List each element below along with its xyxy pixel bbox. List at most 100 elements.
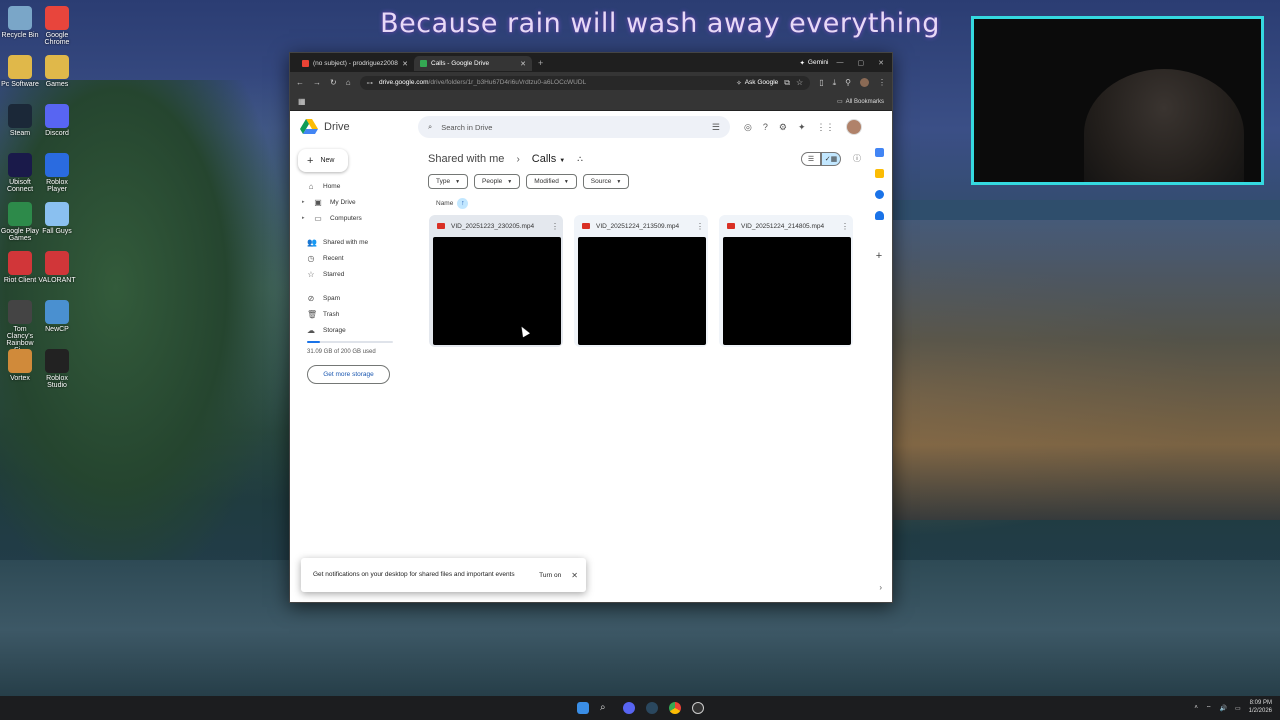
obs-taskbar-icon[interactable]	[692, 702, 704, 714]
network-icon[interactable]: ⌔	[1206, 704, 1212, 712]
account-avatar[interactable]	[845, 119, 862, 135]
sidebar-item-recent[interactable]: ◷ Recent	[290, 250, 410, 266]
url-field[interactable]: ⊶ drive.google.com/drive/folders/1r_b3Hu…	[359, 75, 811, 90]
video-thumbnail[interactable]	[433, 237, 561, 345]
desktop-icon[interactable]: Fall Guys	[37, 202, 77, 235]
expand-caret-icon[interactable]: ▸	[302, 215, 306, 221]
collapse-panel-icon[interactable]: ›	[879, 583, 882, 592]
windows-start-icon[interactable]	[577, 702, 589, 714]
minimize-icon[interactable]: —	[837, 59, 844, 67]
bookmark-star-icon[interactable]: ☆	[796, 78, 803, 87]
tray-chevron-icon[interactable]: ˄	[1194, 705, 1198, 711]
close-tab-icon[interactable]: ✕	[402, 60, 408, 68]
battery-icon[interactable]: ▭	[1235, 705, 1241, 712]
close-tab-icon[interactable]: ✕	[520, 60, 526, 68]
desktop-icon[interactable]: Google Chrome	[37, 6, 77, 46]
search-icon[interactable]: ⌕	[428, 122, 432, 132]
close-window-icon[interactable]: ✕	[878, 59, 884, 67]
desktop-icon[interactable]: Ubisoft Connect	[0, 153, 40, 193]
desktop-icon[interactable]: Google Play Games	[0, 202, 40, 242]
filter-chip-type[interactable]: Type ▼	[428, 174, 469, 189]
sidebar-item-computers[interactable]: ▸ ▭ Computers	[290, 210, 410, 226]
desktop-icon[interactable]: Riot Client	[0, 251, 40, 284]
desktop-icon[interactable]: Roblox Studio	[37, 349, 77, 389]
grid-view-icon[interactable]: ✓▦	[821, 152, 841, 166]
search-taskbar-icon[interactable]: ⌕	[600, 702, 612, 714]
video-thumbnail[interactable]	[723, 237, 851, 345]
site-info-icon[interactable]: ⊶	[367, 79, 374, 87]
file-card[interactable]: VID_20251223_230205.mp4 ⋮	[429, 215, 563, 347]
sort-arrow-up-icon[interactable]: ↑	[457, 198, 469, 209]
filter-chip-people[interactable]: People ▼	[474, 174, 521, 189]
desktop-icon[interactable]: Recycle Bin	[0, 6, 40, 39]
install-icon[interactable]: ⧉	[784, 78, 790, 88]
turn-on-button[interactable]: Turn on	[539, 572, 561, 579]
file-card[interactable]: VID_20251224_214805.mp4 ⋮	[719, 215, 853, 347]
desktop-icon[interactable]: Steam	[0, 104, 40, 137]
sidebar-item-home[interactable]: ⌂ Home	[290, 178, 410, 194]
gemini-button[interactable]: ✦ Gemini	[799, 59, 828, 67]
desktop-icon[interactable]: Vortex	[0, 349, 40, 382]
browser-menu-icon[interactable]: ⋮	[878, 78, 886, 87]
contacts-icon[interactable]	[874, 211, 884, 220]
breadcrumb-current-folder[interactable]: Calls ▼	[532, 153, 565, 165]
apps-grid-icon[interactable]: ▦	[298, 97, 306, 106]
all-bookmarks-button[interactable]: ▭ All Bookmarks	[837, 98, 884, 106]
more-actions-icon[interactable]: ⋮	[841, 222, 849, 231]
download-icon[interactable]: ⤓	[833, 78, 837, 88]
desktop-icon[interactable]: Roblox Player	[37, 153, 77, 193]
desktop-icon[interactable]: VALORANT	[37, 251, 77, 284]
desktop-icon[interactable]: Tom Clancy's Rainbow Si...	[0, 300, 40, 354]
breadcrumb-shared-with-me[interactable]: Shared with me	[428, 153, 504, 165]
volume-icon[interactable]: 🔊	[1219, 705, 1226, 712]
sidebar-item-trash[interactable]: 🗑 Trash	[290, 306, 410, 322]
filter-chip-modified[interactable]: Modified ▼	[526, 174, 577, 189]
maximize-icon[interactable]: ▢	[858, 59, 865, 67]
search-options-icon[interactable]: ☰	[712, 122, 720, 133]
sidebar-item-storage[interactable]: ☁ Storage	[290, 322, 410, 338]
sidebar-item-starred[interactable]: ☆ Starred	[290, 266, 410, 282]
desktop-icon[interactable]: NewCP	[37, 300, 77, 333]
settings-gear-icon[interactable]: ⚙	[779, 122, 787, 133]
offline-status-icon[interactable]: ◎	[744, 122, 752, 133]
reload-icon[interactable]: ↻	[330, 78, 337, 87]
tasks-icon[interactable]	[874, 190, 884, 199]
sidebar-item-spam[interactable]: ⊘ Spam	[290, 290, 410, 306]
gemini-icon[interactable]: ✦	[798, 122, 806, 133]
new-button[interactable]: + New	[298, 149, 348, 172]
extensions-icon[interactable]: ⚲	[845, 78, 851, 87]
desktop-icon[interactable]: Games	[37, 55, 77, 88]
tab-gmail[interactable]: (no subject) - prodriguez2008@... ✕	[296, 56, 414, 71]
forward-icon[interactable]: →	[313, 78, 321, 87]
expand-caret-icon[interactable]: ▸	[302, 199, 306, 205]
back-icon[interactable]: ←	[296, 78, 304, 87]
keep-icon[interactable]	[874, 169, 884, 178]
calendar-icon[interactable]	[874, 148, 884, 157]
info-icon[interactable]: ⓘ	[853, 153, 861, 164]
steam-taskbar-icon[interactable]	[646, 702, 658, 714]
more-actions-icon[interactable]: ⋮	[696, 222, 704, 231]
desktop-icon[interactable]: Pc Software	[0, 55, 40, 88]
get-more-storage-button[interactable]: Get more storage	[307, 365, 390, 384]
drive-logo[interactable]: Drive	[300, 119, 418, 135]
add-addon-icon[interactable]: +	[876, 250, 882, 262]
sidepanel-icon[interactable]: ▯	[819, 78, 823, 87]
help-icon[interactable]: ?	[763, 122, 768, 132]
list-view-icon[interactable]: ☰	[801, 152, 821, 166]
sidebar-item-my-drive[interactable]: ▸ ▣ My Drive	[290, 194, 410, 210]
new-tab-icon[interactable]: +	[538, 58, 543, 68]
tab-drive[interactable]: Calls - Google Drive ✕	[414, 56, 532, 71]
filter-chip-source[interactable]: Source ▼	[582, 174, 630, 189]
ask-google-button[interactable]: ✧ Ask Google	[736, 79, 778, 87]
profile-avatar[interactable]	[860, 78, 869, 87]
clock[interactable]: 8:09 PM 1/2/2026	[1249, 700, 1272, 716]
video-thumbnail[interactable]	[578, 237, 706, 345]
desktop-icon[interactable]: Discord	[37, 104, 77, 137]
discord-taskbar-icon[interactable]	[623, 702, 635, 714]
home-browser-icon[interactable]: ⌂	[346, 78, 351, 87]
sort-label[interactable]: Name	[436, 200, 453, 207]
chrome-taskbar-icon[interactable]	[669, 702, 681, 714]
more-actions-icon[interactable]: ⋮	[551, 222, 559, 231]
close-icon[interactable]: ✕	[571, 571, 578, 580]
sidebar-item-shared-with-me[interactable]: 👥 Shared with me	[290, 234, 410, 250]
